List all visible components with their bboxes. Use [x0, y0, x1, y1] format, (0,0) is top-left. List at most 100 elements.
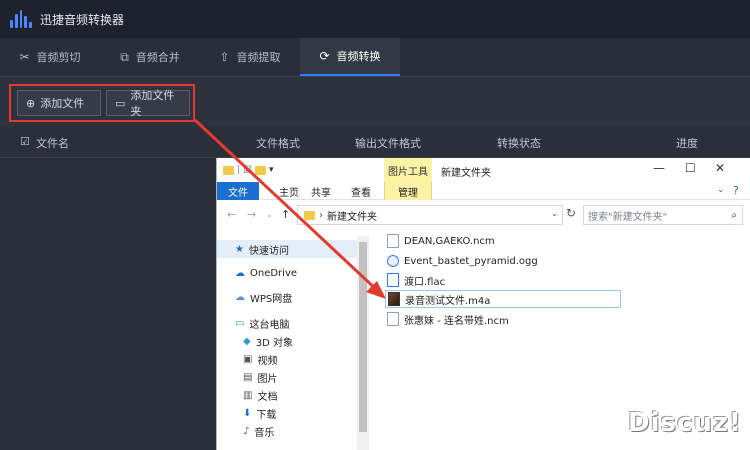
cloud-icon: ☁	[235, 267, 245, 279]
chevron-right-icon: ›	[319, 209, 323, 221]
watermark: Discuz!	[628, 408, 742, 438]
tab-audio-cut[interactable]: ✂ 音频剪切	[0, 38, 100, 76]
address-box[interactable]: › 新建文件夹	[297, 205, 563, 225]
merge-icon: ⧉	[120, 49, 129, 64]
app-title: 迅捷音频转换器	[40, 12, 125, 27]
tab-audio-extract[interactable]: ⇧ 音频提取	[200, 38, 300, 76]
tab-label: 音频转换	[336, 50, 381, 63]
audio-file-icon	[387, 255, 399, 267]
file-item[interactable]: 渡口.flac	[387, 271, 445, 289]
navigation-pane: ★ 快速访问 ☁ OneDrive ☁ WPS网盘 ▭ 这台电脑 ◆ 3D 对象…	[217, 236, 369, 450]
file-list-header: ☑ 文件名 文件格式 输出文件格式 转换状态 进度	[0, 126, 750, 158]
download-icon: ⬇	[243, 407, 252, 419]
nav-videos[interactable]: ▣ 视频	[243, 350, 277, 368]
nav-this-pc[interactable]: ▭ 这台电脑	[235, 314, 289, 332]
tab-audio-merge[interactable]: ⧉ 音频合并	[100, 38, 200, 76]
file-name: 录音测试文件.m4a	[405, 295, 491, 307]
chevron-down-icon[interactable]: ⌄	[551, 209, 558, 218]
nav-label: 这台电脑	[249, 319, 290, 331]
refresh-icon[interactable]: ↻	[566, 206, 576, 220]
up-arrow-icon[interactable]: ↑	[281, 208, 290, 221]
back-arrow-icon[interactable]: ←	[227, 208, 236, 221]
nav-label: 图片	[257, 373, 278, 385]
file-name: Event_bastet_pyramid.ogg	[404, 255, 538, 267]
file-item[interactable]: 张惠妹 - 连名带姓.ncm	[387, 310, 509, 328]
tab-label: 音频剪切	[36, 51, 81, 64]
menu-share[interactable]: 共享	[303, 182, 339, 200]
tab-label: 音频提取	[236, 51, 281, 64]
explorer-address-bar: ← → ⌄ ↑ › 新建文件夹 ⌄ ↻ 搜索"新建文件夹" ⌕	[217, 200, 750, 230]
video-icon: ▣	[243, 353, 253, 365]
file-list-area	[0, 158, 216, 450]
explorer-titlebar: | ☑ ▾ 图片工具 新建文件夹 — ☐ ✕	[217, 158, 750, 182]
picture-tools-tab[interactable]: 图片工具	[384, 158, 432, 182]
menu-view[interactable]: 查看	[343, 182, 379, 200]
nav-onedrive[interactable]: ☁ OneDrive	[235, 264, 297, 282]
convert-icon: ⟳	[319, 49, 330, 63]
explorer-ribbon-menu: 文件 主页 共享 查看 管理 ⌄ ?	[217, 182, 750, 200]
minimize-icon[interactable]: —	[653, 161, 665, 175]
folder-icon	[304, 210, 315, 220]
nav-documents[interactable]: ▥ 文档	[243, 386, 277, 404]
nav-label: 3D 对象	[255, 337, 293, 349]
nav-scrollbar[interactable]	[357, 236, 369, 450]
maximize-icon[interactable]: ☐	[685, 161, 696, 175]
extract-icon: ⇧	[219, 50, 230, 64]
properties-icon[interactable]: ☑	[243, 165, 252, 176]
file-item-selected[interactable]: 录音测试文件.m4a	[385, 290, 621, 308]
search-placeholder: 搜索"新建文件夹"	[588, 211, 668, 223]
col-output-format: 输出文件格式	[355, 137, 421, 150]
nav-label: 快速访问	[248, 245, 289, 257]
file-item[interactable]: DEAN,GAEKO.ncm	[387, 232, 495, 250]
chevron-down-icon[interactable]: ⌄	[717, 185, 725, 195]
nav-pictures[interactable]: ▤ 图片	[243, 368, 277, 386]
new-folder-icon[interactable]	[255, 165, 267, 175]
file-icon	[387, 312, 399, 326]
forward-arrow-icon[interactable]: →	[247, 208, 256, 221]
help-icon[interactable]: ?	[733, 184, 739, 197]
audio-file-icon	[387, 273, 399, 287]
nav-3d-objects[interactable]: ◆ 3D 对象	[243, 332, 293, 350]
menu-manage[interactable]: 管理	[384, 182, 432, 200]
scrollbar-thumb[interactable]	[359, 242, 367, 432]
computer-icon: ▭	[235, 317, 245, 329]
nav-label: 下载	[256, 409, 277, 421]
nav-label: 文档	[257, 391, 278, 403]
explorer-title: 新建文件夹	[441, 168, 491, 179]
separator: |	[237, 165, 241, 175]
function-tabs: ✂ 音频剪切 ⧉ 音频合并 ⇧ 音频提取 ⟳ 音频转换	[0, 38, 750, 76]
cloud-icon: ☁	[235, 291, 245, 303]
file-icon	[387, 234, 399, 248]
picture-icon: ▤	[243, 371, 253, 383]
chevron-down-icon[interactable]: ▾	[269, 165, 274, 175]
close-icon[interactable]: ✕	[715, 161, 725, 175]
document-icon: ▥	[243, 389, 253, 401]
menu-file[interactable]: 文件	[217, 182, 259, 200]
app-titlebar: 迅捷音频转换器	[0, 0, 750, 38]
folder-icon	[223, 165, 234, 175]
col-progress: 进度	[676, 137, 698, 150]
search-input[interactable]: 搜索"新建文件夹" ⌕	[583, 205, 743, 225]
select-all-checkbox[interactable]: ☑	[20, 135, 30, 148]
col-filename: 文件名	[36, 137, 69, 150]
file-item[interactable]: Event_bastet_pyramid.ogg	[387, 252, 538, 270]
star-icon: ★	[235, 243, 244, 255]
media-file-icon	[388, 292, 400, 306]
col-format: 文件格式	[256, 137, 300, 150]
search-icon: ⌕	[731, 209, 737, 221]
scissors-icon: ✂	[19, 50, 30, 64]
chevron-down-icon[interactable]: ⌄	[266, 210, 273, 219]
address-path: 新建文件夹	[327, 211, 377, 223]
tab-audio-convert[interactable]: ⟳ 音频转换	[300, 38, 400, 76]
cube-icon: ◆	[243, 335, 251, 347]
nav-music[interactable]: ♪ 音乐	[243, 422, 274, 440]
nav-wps-drive[interactable]: ☁ WPS网盘	[235, 288, 292, 306]
nav-downloads[interactable]: ⬇ 下载	[243, 404, 276, 422]
col-status: 转换状态	[497, 137, 541, 150]
highlight-box	[9, 84, 195, 122]
nav-label: OneDrive	[250, 267, 298, 279]
nav-label: 音乐	[254, 427, 275, 439]
nav-label: WPS网盘	[250, 293, 293, 305]
nav-quick-access[interactable]: ★ 快速访问	[217, 240, 357, 258]
music-icon: ♪	[243, 425, 250, 437]
